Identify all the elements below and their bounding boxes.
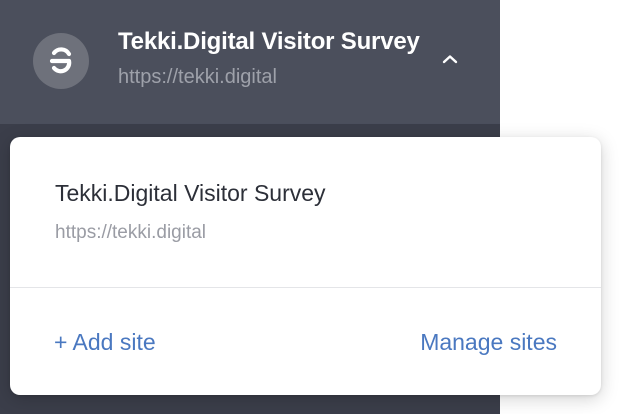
site-logo-icon bbox=[33, 33, 89, 89]
add-site-link[interactable]: + Add site bbox=[54, 329, 156, 356]
site-switcher-header[interactable]: Tekki.Digital Visitor Survey https://tek… bbox=[0, 0, 500, 124]
manage-sites-link[interactable]: Manage sites bbox=[420, 329, 557, 356]
dropdown-divider bbox=[10, 287, 601, 288]
site-switcher-dropdown: Tekki.Digital Visitor Survey https://tek… bbox=[10, 137, 601, 395]
current-site-name: Tekki.Digital Visitor Survey bbox=[118, 28, 420, 55]
current-site-url: https://tekki.digital bbox=[118, 66, 277, 88]
dropdown-site-name: Tekki.Digital Visitor Survey bbox=[55, 180, 326, 206]
chevron-up-icon[interactable] bbox=[437, 46, 463, 72]
dropdown-site-url: https://tekki.digital bbox=[55, 222, 207, 243]
dropdown-site-item[interactable]: Tekki.Digital Visitor Survey https://tek… bbox=[10, 137, 601, 287]
app-stage: Tekki.Digital Visitor Survey https://tek… bbox=[0, 0, 626, 414]
